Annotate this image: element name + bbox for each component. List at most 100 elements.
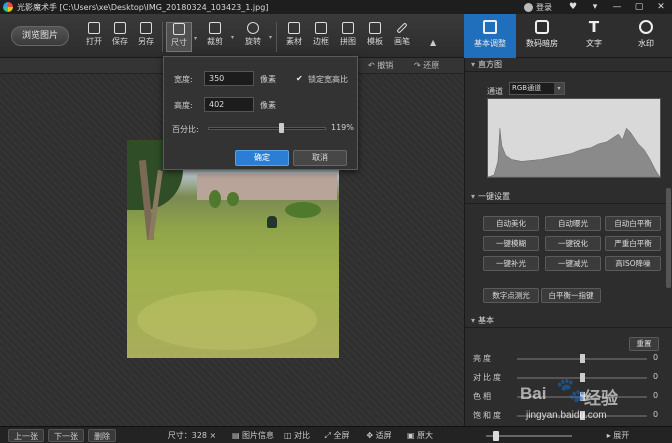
histogram-chart bbox=[487, 98, 661, 178]
high-iso-denoise-button[interactable]: 高ISO降噪 bbox=[605, 256, 661, 271]
photo-person bbox=[267, 216, 277, 228]
title-bar: 光影魔术手 [C:\Users\xe\Desktop\IMG_20180324_… bbox=[0, 0, 672, 14]
collage-button[interactable]: 拼图 bbox=[335, 22, 361, 52]
app-title: 光影魔术手 bbox=[17, 2, 57, 12]
brush-button[interactable]: 画笔 bbox=[389, 22, 415, 52]
brightness-slider[interactable]: 亮度 0 bbox=[473, 352, 663, 366]
right-panel-tabs: 基本调整 数码暗房 T 文字 水印 bbox=[464, 14, 672, 58]
crop-button[interactable]: 裁剪 ▾ bbox=[202, 22, 234, 52]
login-label: 登录 bbox=[536, 2, 552, 12]
fit-screen-button[interactable]: ✥ 适屏 bbox=[364, 429, 394, 442]
login-button[interactable]: 登录 bbox=[524, 2, 552, 13]
fit-screen-label: 适屏 bbox=[375, 431, 392, 440]
histogram-section-header[interactable]: ▾ 直方图 bbox=[465, 58, 672, 72]
slider-thumb[interactable] bbox=[580, 411, 585, 420]
slider-value: 0 bbox=[653, 391, 659, 400]
auto-enhance-button[interactable]: 自动美化 bbox=[483, 216, 539, 231]
minimize-button[interactable]: — bbox=[606, 0, 628, 14]
browse-images-button[interactable]: 浏览图片 bbox=[11, 26, 69, 46]
one-click-section-header[interactable]: ▾ 一键设置 bbox=[465, 190, 672, 204]
chevron-down-icon[interactable]: ▾ bbox=[194, 35, 197, 42]
expand-button[interactable]: ▸ 展开 bbox=[598, 429, 638, 442]
material-label: 素材 bbox=[286, 37, 302, 46]
reset-button[interactable]: 重置 bbox=[629, 337, 659, 351]
compare-button[interactable]: ◫ 对比 bbox=[282, 429, 312, 442]
delete-button[interactable]: 删除 bbox=[88, 429, 116, 442]
saturation-slider[interactable]: 饱和度 0 bbox=[473, 409, 663, 423]
slider-thumb[interactable] bbox=[580, 373, 585, 382]
spot-metering-button[interactable]: 数字点测光 bbox=[483, 288, 539, 303]
photo-bush bbox=[227, 192, 239, 206]
collage-icon bbox=[342, 22, 354, 34]
auto-white-balance-button[interactable]: 自动白平衡 bbox=[605, 216, 661, 231]
one-click-sharpen-button[interactable]: 一键锐化 bbox=[545, 236, 601, 251]
original-size-label: 原大 bbox=[417, 431, 434, 440]
zoom-slider-thumb[interactable] bbox=[493, 431, 500, 441]
expand-label: 展开 bbox=[613, 431, 630, 440]
resize-button[interactable]: 尺寸 ▾ bbox=[166, 22, 197, 52]
basic-section-header[interactable]: ▾ 基本 bbox=[465, 314, 672, 328]
prev-image-button[interactable]: 上一张 bbox=[8, 429, 44, 442]
resize-label: 尺寸 bbox=[171, 38, 187, 47]
close-button[interactable]: ✕ bbox=[650, 0, 672, 14]
white-balance-picker-button[interactable]: 白平衡一指键 bbox=[541, 288, 601, 303]
adjust-panel: ▾ 直方图 通道 RGB通道 ▾ ▾ 一键设置 自动美化 自动曝光 自动白平衡 一键… bbox=[464, 58, 672, 426]
crop-label: 裁剪 bbox=[207, 37, 223, 46]
panel-scrollbar[interactable] bbox=[666, 188, 671, 288]
save-icon bbox=[114, 22, 126, 34]
status-bar: 上一张 下一张 删除 尺寸：328 × 338 ▤ 图片信息 ◫ 对比 ⤢ 全屏… bbox=[0, 426, 672, 443]
percent-slider-thumb[interactable] bbox=[279, 123, 285, 133]
undo-button[interactable]: ↶ 撤销 bbox=[368, 60, 393, 71]
rotate-button[interactable]: 旋转 ▾ bbox=[240, 22, 272, 52]
fill-light-button[interactable]: 一键补光 bbox=[483, 256, 539, 271]
more-tools-icon[interactable]: ▲ bbox=[430, 38, 436, 47]
text-icon: T bbox=[588, 18, 600, 36]
cancel-button[interactable]: 取消 bbox=[293, 150, 347, 166]
slider-value: 0 bbox=[653, 410, 659, 419]
chevron-down-icon[interactable]: ▾ bbox=[269, 34, 272, 41]
strong-white-balance-button[interactable]: 严重白平衡 bbox=[605, 236, 661, 251]
collapse-arrow-icon: ▾ bbox=[471, 60, 476, 69]
lock-ratio-checkbox[interactable]: ✔ bbox=[296, 75, 304, 83]
tab-digital-darkroom[interactable]: 数码暗房 bbox=[516, 14, 568, 58]
tab-watermark[interactable]: 水印 bbox=[620, 14, 672, 58]
contrast-slider[interactable]: 对比度 0 bbox=[473, 371, 663, 385]
slider-thumb[interactable] bbox=[580, 392, 585, 401]
slider-label: 色相 bbox=[473, 392, 493, 401]
template-button[interactable]: 模板 bbox=[362, 22, 388, 52]
image-info-button[interactable]: ▤ 图片信息 bbox=[230, 429, 276, 442]
menu-dropdown-icon[interactable]: ▾ bbox=[584, 0, 606, 14]
tab-basic-adjust-label: 基本调整 bbox=[474, 39, 506, 48]
width-input[interactable]: 350 bbox=[204, 71, 254, 86]
open-button[interactable]: 打开 bbox=[81, 22, 107, 52]
slider-thumb[interactable] bbox=[580, 354, 585, 363]
one-click-blur-button[interactable]: 一键模糊 bbox=[483, 236, 539, 251]
hue-slider[interactable]: 色相 0 bbox=[473, 390, 663, 404]
redo-button[interactable]: ↷ 还原 bbox=[414, 60, 439, 71]
file-path: [C:\Users\xe\Desktop\IMG_20180324_103423… bbox=[59, 2, 269, 12]
chevron-down-icon[interactable]: ▾ bbox=[231, 34, 234, 41]
maximize-button[interactable]: ▢ bbox=[628, 0, 650, 14]
histogram-section-title: 直方图 bbox=[478, 60, 503, 69]
image-size-text: 尺寸：328 × 338 bbox=[167, 431, 217, 440]
tab-text[interactable]: T 文字 bbox=[568, 14, 620, 58]
channel-select[interactable]: RGB通道 ▾ bbox=[509, 82, 565, 95]
height-input[interactable]: 402 bbox=[204, 97, 254, 112]
open-label: 打开 bbox=[86, 37, 102, 46]
original-size-button[interactable]: ▣ 原大 bbox=[402, 429, 438, 442]
frame-button[interactable]: 边框 bbox=[308, 22, 334, 52]
auto-exposure-button[interactable]: 自动曝光 bbox=[545, 216, 601, 231]
percent-label: 百分比: bbox=[172, 125, 199, 134]
material-icon bbox=[288, 22, 300, 34]
favorite-icon[interactable]: ♥ bbox=[562, 0, 584, 14]
tab-basic-adjust[interactable]: 基本调整 bbox=[464, 14, 516, 58]
percent-slider-track[interactable] bbox=[208, 127, 326, 130]
save-as-button[interactable]: 另存 bbox=[133, 22, 159, 52]
photo-preview[interactable] bbox=[127, 140, 339, 358]
fullscreen-button[interactable]: ⤢ 全屏 bbox=[320, 429, 354, 442]
next-image-button[interactable]: 下一张 bbox=[48, 429, 84, 442]
save-button[interactable]: 保存 bbox=[107, 22, 133, 52]
ok-button[interactable]: 确定 bbox=[235, 150, 289, 166]
reduce-light-button[interactable]: 一键减光 bbox=[545, 256, 601, 271]
material-button[interactable]: 素材 bbox=[281, 22, 307, 52]
